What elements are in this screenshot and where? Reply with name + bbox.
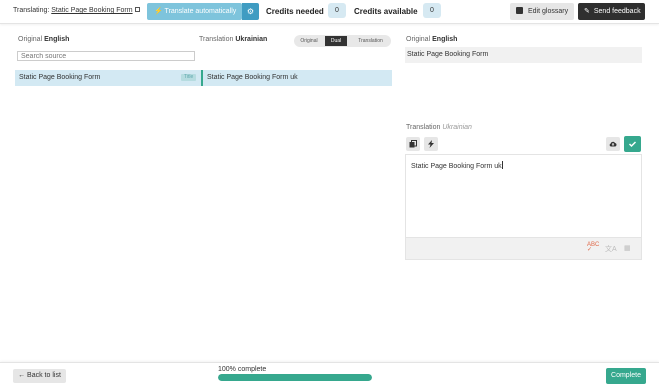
progress-label: 100% complete	[218, 366, 267, 373]
translate-automatically-button[interactable]: ⚡ Translate automatically	[147, 3, 242, 20]
translation-label: Translation	[199, 36, 234, 43]
translating-info: Translating: Static Page Booking Form	[13, 7, 140, 14]
credits-available-label: Credits available	[354, 7, 418, 16]
segment-translation-text: Static Page Booking Form uk	[207, 74, 298, 81]
search-input[interactable]	[17, 51, 195, 61]
confirm-translation-button[interactable]	[624, 136, 641, 152]
pencil-icon: ✎	[584, 8, 590, 15]
original-label: Original	[18, 36, 43, 43]
editor-translation-header: Translation Ukrainian	[406, 124, 472, 131]
editor-original-header: Original English	[406, 36, 457, 43]
translate-language-icon[interactable]: 文A	[605, 244, 617, 254]
send-feedback-button[interactable]: ✎ Send feedback	[578, 3, 645, 20]
original-language: English	[44, 36, 70, 43]
bottom-toolbar: ← Back to list 100% complete Complete	[0, 362, 659, 386]
translate-automatically-label: Translate automatically	[164, 8, 237, 15]
editor-original-language: English	[432, 36, 458, 43]
translation-language: Ukrainian	[235, 36, 268, 43]
view-mode-original[interactable]: Original	[297, 36, 321, 46]
spellcheck-icon[interactable]: ABC ✓	[587, 242, 599, 253]
complete-button[interactable]: Complete	[606, 368, 646, 384]
credits-needed-label: Credits needed	[266, 7, 324, 16]
auto-translate-settings-button[interactable]: ⚙	[242, 3, 259, 20]
source-text-box: Static Page Booking Form	[405, 47, 642, 63]
book-icon	[516, 7, 523, 14]
translation-editor-text: Static Page Booking Form uk	[411, 163, 502, 170]
edit-glossary-button[interactable]: Edit glossary	[510, 3, 574, 20]
keyboard-icon[interactable]: ▦	[624, 244, 631, 252]
lightning-icon: ⚡	[154, 8, 163, 15]
copy-icon	[409, 140, 417, 148]
original-column-header: Original English	[18, 36, 69, 43]
credits-available-badge: 0	[423, 3, 441, 18]
translating-label: Translating:	[13, 7, 50, 14]
segment-source-text: Static Page Booking Form	[19, 74, 101, 81]
segment-type-tag: Title	[181, 74, 197, 81]
editor-original-label: Original	[406, 36, 431, 43]
back-to-list-button[interactable]: ← Back to list	[13, 369, 66, 383]
send-feedback-label: Send feedback	[593, 8, 641, 15]
progress-bar-fill	[218, 374, 372, 381]
edit-glossary-label: Edit glossary	[528, 8, 569, 15]
gear-icon: ⚙	[246, 7, 255, 16]
lightning-icon	[428, 140, 434, 148]
credits-needed-badge: 0	[328, 3, 346, 18]
segment-row[interactable]: Static Page Booking Form Title Static Pa…	[15, 70, 392, 86]
cloud-upload-icon	[609, 141, 617, 147]
top-toolbar: Translating: Static Page Booking Form ⚡ …	[0, 0, 659, 24]
copy-source-button[interactable]	[406, 137, 420, 151]
external-link-icon[interactable]	[134, 7, 140, 12]
editor-translation-language: Ukrainian	[442, 124, 472, 131]
translation-column-header: Translation Ukrainian	[199, 36, 267, 43]
progress-bar	[218, 374, 372, 381]
view-mode-toggle: Original Dual Translation	[294, 35, 391, 47]
segment-status-bar	[201, 70, 203, 86]
page-link[interactable]: Static Page Booking Form	[51, 7, 132, 14]
translation-editor[interactable]: Static Page Booking Form uk	[405, 154, 642, 238]
view-mode-translation[interactable]: Translation	[352, 36, 389, 46]
cloud-upload-button[interactable]	[606, 137, 620, 151]
editor-translation-label: Translation	[406, 124, 441, 131]
view-mode-dual[interactable]: Dual	[325, 36, 347, 46]
text-caret	[501, 161, 503, 169]
checkmark-icon	[628, 141, 637, 148]
editor-footer-toolbar: ABC ✓ 文A ▦	[405, 238, 642, 260]
auto-translate-segment-button[interactable]	[424, 137, 438, 151]
